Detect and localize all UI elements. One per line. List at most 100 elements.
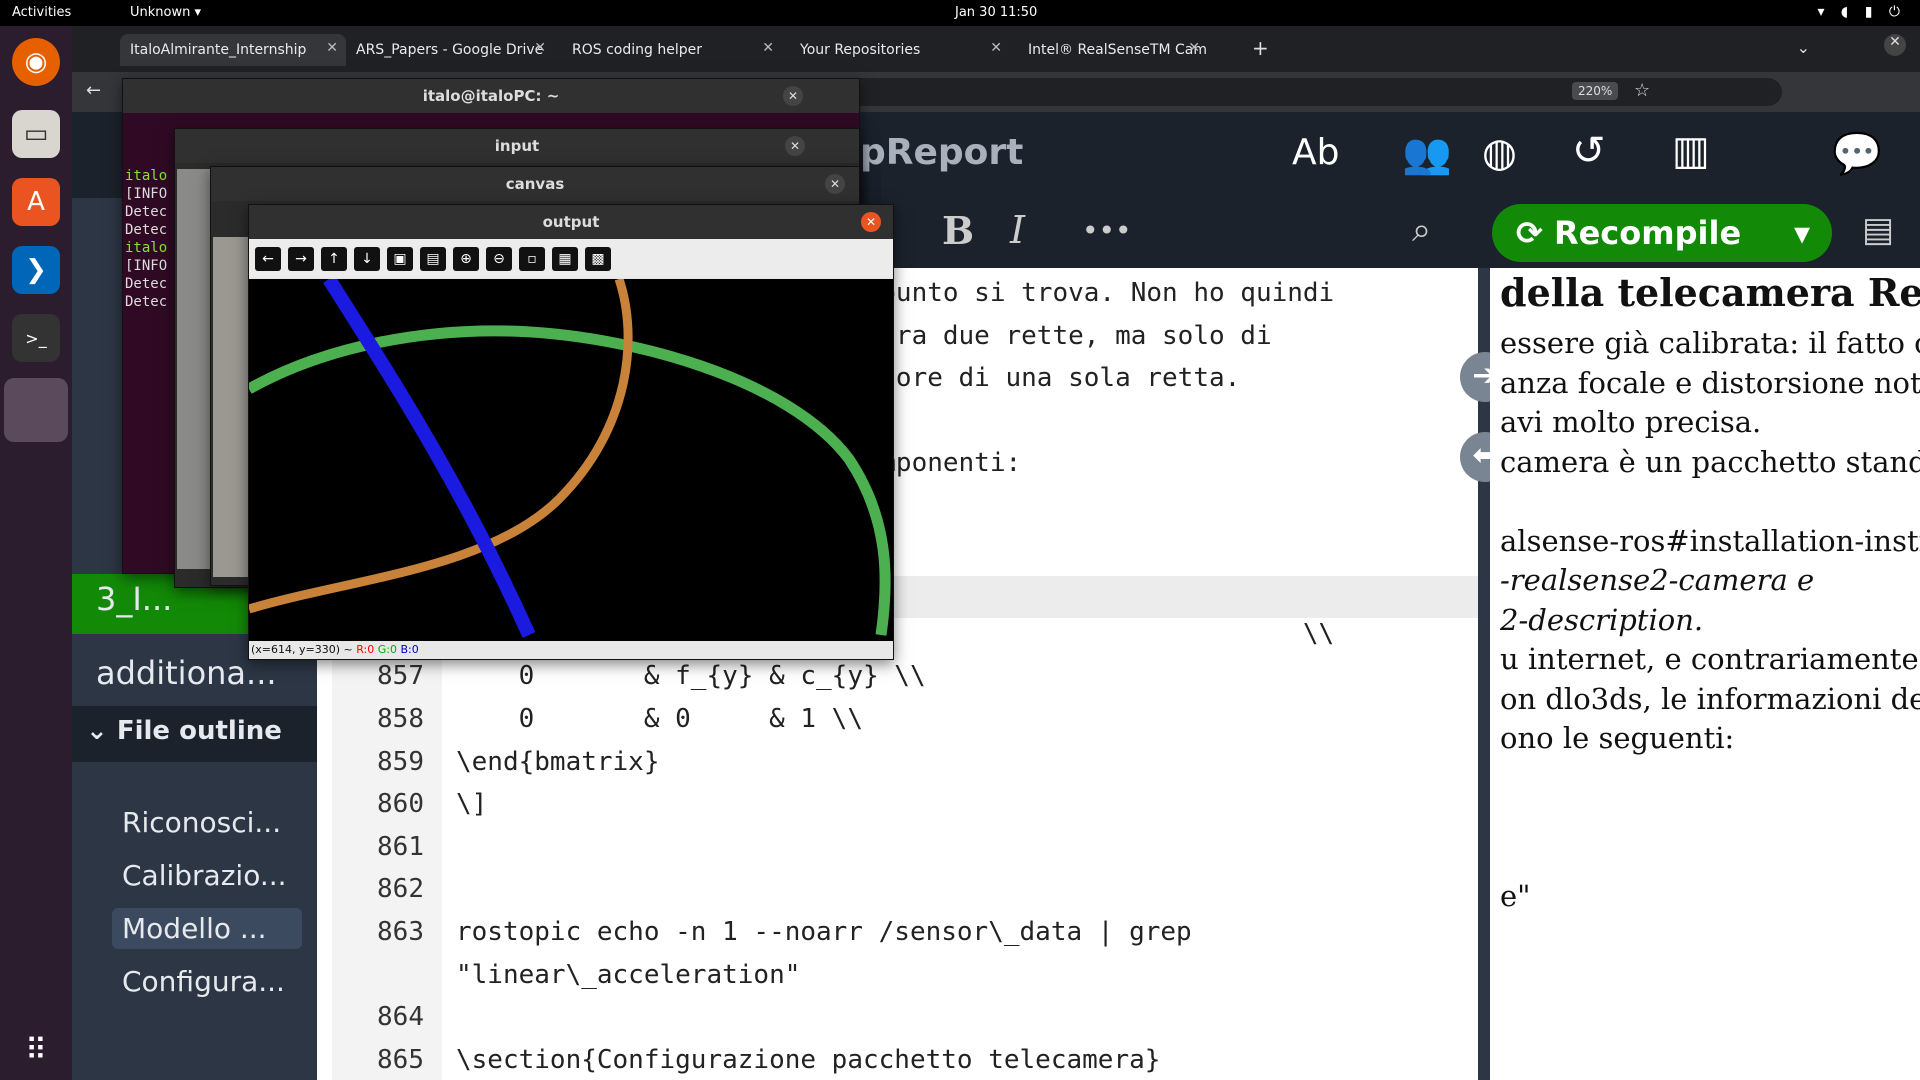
- code-line[interactable]: \]: [456, 789, 487, 819]
- active-app-icon[interactable]: [4, 378, 68, 442]
- bold-icon[interactable]: B: [942, 208, 974, 253]
- terminal-line: italo: [125, 168, 168, 184]
- close-icon[interactable]: ✕: [534, 40, 546, 56]
- line-number: 865: [332, 1044, 442, 1075]
- pdf-preview[interactable]: della telecamera Rea essere già calibrata…: [1490, 268, 1920, 1080]
- line-number: 860: [332, 789, 442, 820]
- close-icon[interactable]: ✕: [825, 174, 845, 194]
- italic-icon[interactable]: I: [1010, 208, 1025, 252]
- zoom-original-icon[interactable]: ▣: [387, 247, 413, 271]
- pdf-text-line: on dlo3ds, le informazioni della: [1500, 681, 1920, 716]
- pdf-text-line: e": [1500, 879, 1531, 913]
- software-icon[interactable]: A: [12, 178, 60, 226]
- vscode-icon[interactable]: ❯: [12, 246, 60, 294]
- terminal-line: [INFO: [125, 258, 168, 274]
- terminal-titlebar[interactable]: italo@italoPC: ~ ✕: [123, 79, 859, 113]
- chat-icon[interactable]: 💬: [1832, 130, 1882, 177]
- tab-github[interactable]: Your Repositories ✕: [790, 34, 1010, 66]
- code-line[interactable]: \section{Configurazione pacchetto teleca…: [456, 1045, 1160, 1075]
- status-r: R:0: [356, 643, 375, 656]
- settings-icon[interactable]: ▩: [585, 247, 611, 271]
- search-icon[interactable]: ⌕: [1412, 210, 1431, 250]
- zoom-in-icon[interactable]: ⊕: [453, 247, 479, 271]
- terminal-line: Detec: [125, 276, 168, 292]
- pan-right-icon[interactable]: →: [288, 247, 314, 271]
- dock: ◉ ▭ A ❯ >_ ⠿: [0, 26, 72, 1080]
- close-icon[interactable]: ✕: [990, 40, 1002, 56]
- terminal-line: italo: [125, 240, 168, 256]
- window-close-button[interactable]: ✕: [1884, 34, 1906, 56]
- tab-label: ARS_Papers - Google Drive: [356, 42, 544, 58]
- share-icon[interactable]: 👥: [1402, 130, 1452, 177]
- firefox-icon[interactable]: ◉: [12, 38, 60, 86]
- zoom-out-icon[interactable]: ⊖: [486, 247, 512, 271]
- zoom-indicator[interactable]: 220%: [1572, 82, 1619, 100]
- line-number: 864: [332, 1002, 442, 1033]
- output-title: output: [542, 213, 600, 231]
- pan-left-icon[interactable]: ←: [255, 247, 281, 271]
- code-line[interactable]: rostopic echo -n 1 --noarr /sensor\_data…: [456, 917, 1192, 947]
- back-button[interactable]: ←: [86, 80, 101, 101]
- status-g: G:0: [377, 643, 397, 656]
- code-line[interactable]: 0 & 0 & 1 \\: [456, 704, 863, 734]
- pdf-text-line: 2-description.: [1500, 602, 1704, 637]
- tab-label: ItaloAlmirante_Internship: [130, 42, 307, 58]
- clock[interactable]: Jan 30 11:50: [955, 5, 1037, 20]
- outline-item[interactable]: Riconosci...: [112, 802, 302, 843]
- output-titlebar[interactable]: output ✕: [249, 205, 893, 239]
- more-icon[interactable]: •••: [1082, 214, 1132, 247]
- system-tray[interactable]: ▾ ◖ ▮ ⏻: [1817, 4, 1906, 20]
- pan-down-icon[interactable]: ↓: [354, 247, 380, 271]
- outline-item[interactable]: Calibrazio...: [112, 855, 302, 896]
- project-title[interactable]: pReport: [860, 132, 1023, 173]
- tab-drive[interactable]: ARS_Papers - Google Drive ✕: [346, 34, 554, 66]
- tab-label: Your Repositories: [800, 42, 921, 58]
- pdf-logs-icon[interactable]: ▤: [1862, 210, 1894, 250]
- close-icon[interactable]: ✕: [785, 136, 805, 156]
- output-image: [249, 279, 893, 641]
- pan-up-icon[interactable]: ↑: [321, 247, 347, 271]
- files-icon[interactable]: ▭: [12, 110, 60, 158]
- close-icon[interactable]: ✕: [1188, 40, 1200, 56]
- layout-icon[interactable]: ▥: [1672, 128, 1710, 174]
- chevron-down-icon[interactable]: ▾: [1794, 214, 1810, 252]
- save-icon[interactable]: ▫: [519, 247, 545, 271]
- url-field[interactable]: [772, 78, 1782, 106]
- pdf-text-line: ono le seguenti:: [1500, 721, 1735, 755]
- code-line[interactable]: "linear\_acceleration": [456, 960, 800, 990]
- close-icon[interactable]: ✕: [861, 212, 881, 232]
- input-titlebar[interactable]: input ✕: [175, 129, 859, 163]
- canvas-title: canvas: [505, 175, 565, 193]
- review-icon[interactable]: Ab: [1292, 132, 1339, 173]
- line-number: 863: [332, 917, 442, 947]
- zoom-fit-icon[interactable]: ▤: [420, 247, 446, 271]
- submit-globe-icon[interactable]: ◍: [1482, 130, 1517, 176]
- outline-item[interactable]: Configura...: [112, 961, 302, 1002]
- recompile-button[interactable]: ⟳ Recompile ▾: [1492, 204, 1832, 262]
- close-icon[interactable]: ✕: [762, 40, 774, 56]
- input-image: [177, 169, 213, 569]
- app-menu[interactable]: Unknown ▾: [130, 5, 201, 20]
- activities-button[interactable]: Activities: [12, 5, 71, 20]
- pdf-text-line: u internet, e contrariamente a q: [1500, 642, 1920, 676]
- tab-intel[interactable]: Intel® RealSenseTM Cam ✕: [1018, 34, 1208, 66]
- outline-header[interactable]: ⌄ File outline: [86, 716, 282, 746]
- properties-icon[interactable]: ▦: [552, 247, 578, 271]
- output-window[interactable]: output ✕ ← → ↑ ↓ ▣ ▤ ⊕ ⊖ ▫ ▦ ▩ (x=614, y=330) ~ R:…: [248, 204, 894, 660]
- tab-list-button[interactable]: ⌄: [1797, 38, 1810, 57]
- history-icon[interactable]: ↺: [1572, 128, 1606, 174]
- new-tab-button[interactable]: +: [1252, 36, 1269, 60]
- tab-chatgpt[interactable]: ROS coding helper ✕: [562, 34, 782, 66]
- terminal-icon[interactable]: >_: [12, 314, 60, 362]
- pdf-text-line: alsense-ros#installation-instruc: [1500, 523, 1920, 558]
- canvas-titlebar[interactable]: canvas ✕: [211, 167, 859, 201]
- bookmark-star-icon[interactable]: ☆: [1634, 80, 1650, 101]
- code-line[interactable]: \end{bmatrix}: [456, 747, 660, 777]
- tab-overleaf[interactable]: ItaloAlmirante_Internship ✕: [120, 34, 346, 66]
- show-apps-icon[interactable]: ⠿: [12, 1026, 60, 1074]
- outline-item[interactable]: Modello ...: [112, 908, 302, 949]
- close-icon[interactable]: ✕: [326, 40, 338, 56]
- close-icon[interactable]: ✕: [783, 86, 803, 106]
- code-line[interactable]: 0 & f_{y} & c_{y} \\: [456, 661, 926, 691]
- pdf-text-line: -realsense2-camera e: [1500, 563, 1815, 597]
